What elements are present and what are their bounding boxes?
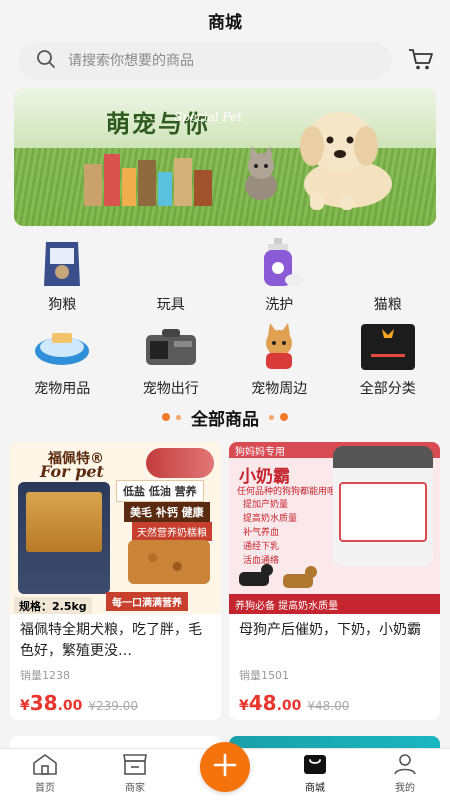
page-title: 商城 bbox=[208, 12, 242, 33]
supplement-jar bbox=[333, 446, 433, 566]
product-price: 48 bbox=[248, 691, 277, 715]
store-icon bbox=[121, 752, 149, 776]
price-row: ¥ 48 .00 ¥48.00 bbox=[239, 691, 350, 715]
dogs-illustration bbox=[239, 564, 317, 588]
category-pet-travel[interactable]: 宠物出行 bbox=[117, 322, 226, 398]
search-icon bbox=[36, 49, 56, 73]
pet-carrier-icon bbox=[143, 322, 199, 372]
tab-merchants[interactable]: 商家 bbox=[90, 749, 180, 800]
tab-profile[interactable]: 我的 bbox=[360, 749, 450, 800]
product-list: 福佩特® For pet 低盐 低油 营养 美毛 补钙 健康 天然营养奶糕粮 规… bbox=[0, 442, 450, 720]
toy-icon bbox=[143, 238, 199, 288]
product-card[interactable]: 福佩特® For pet 低盐 低油 营养 美毛 补钙 健康 天然营养奶糕粮 规… bbox=[10, 442, 221, 720]
category-grid: 狗粮 玩具 洗护 猫粮 宠物用品 宠物出行 宠物周边 全部分类 bbox=[0, 238, 450, 398]
section-header: 全部商品 bbox=[0, 402, 450, 432]
product-name: 母狗产后催奶，下奶，小奶霸 bbox=[239, 622, 421, 638]
section-title: 全部商品 bbox=[191, 409, 259, 430]
cart-icon bbox=[408, 47, 434, 75]
user-icon bbox=[391, 752, 419, 776]
category-pet-supplies[interactable]: 宠物用品 bbox=[8, 322, 117, 398]
tab-mall[interactable]: 商城 bbox=[270, 749, 360, 800]
product-sales: 销量1238 bbox=[20, 669, 70, 682]
search-input[interactable] bbox=[68, 53, 348, 69]
dog-food-bag-icon bbox=[34, 238, 90, 288]
category-toys[interactable]: 玩具 bbox=[117, 238, 226, 314]
product-name: 福佩特全期犬粮，吃了胖，毛色好，繁殖更没… bbox=[20, 622, 202, 659]
plus-icon bbox=[213, 753, 237, 781]
cart-button[interactable] bbox=[406, 46, 436, 76]
header: 商城 bbox=[0, 0, 450, 40]
category-all[interactable]: 全部分类 bbox=[334, 322, 443, 398]
category-grooming[interactable]: 洗护 bbox=[225, 238, 334, 314]
product-image: 福佩特® For pet 低盐 低油 营养 美毛 补钙 健康 天然营养奶糕粮 规… bbox=[10, 442, 221, 614]
product-shelf-illustration bbox=[84, 154, 212, 206]
search-row bbox=[0, 40, 450, 82]
home-icon bbox=[31, 752, 59, 776]
original-price: ¥239.00 bbox=[88, 699, 139, 713]
mall-icon bbox=[301, 752, 329, 776]
promo-banner[interactable]: 萌宠与你 Special Pet bbox=[14, 88, 436, 226]
pet-bowl-icon bbox=[34, 322, 90, 372]
banner-script: Special Pet bbox=[174, 110, 242, 124]
search-box[interactable] bbox=[18, 42, 392, 80]
mall-page: 商城 萌宠与你 Special Pet bbox=[0, 0, 450, 800]
add-button[interactable] bbox=[200, 742, 250, 792]
all-categories-icon bbox=[360, 322, 416, 372]
tab-home[interactable]: 首页 bbox=[0, 749, 90, 800]
category-cat-food[interactable]: 猫粮 bbox=[334, 238, 443, 314]
cat-food-icon bbox=[360, 238, 416, 288]
category-pet-accessories[interactable]: 宠物周边 bbox=[225, 322, 334, 398]
price-row: ¥ 38 .00 ¥239.00 bbox=[20, 691, 139, 715]
original-price: ¥48.00 bbox=[307, 699, 350, 713]
food-bag bbox=[18, 482, 110, 594]
puppy-illustration bbox=[300, 112, 392, 210]
shampoo-icon bbox=[251, 238, 307, 288]
category-dog-food[interactable]: 狗粮 bbox=[8, 238, 117, 314]
product-price: 38 bbox=[29, 691, 58, 715]
product-card[interactable]: 狗妈妈专用 小奶霸 任何品种的狗狗都能用哦 提加产奶量 提高奶水质量 补气养血 … bbox=[229, 442, 440, 720]
product-sales: 销量1501 bbox=[239, 669, 289, 682]
product-image: 狗妈妈专用 小奶霸 任何品种的狗狗都能用哦 提加产奶量 提高奶水质量 补气养血 … bbox=[229, 442, 440, 614]
kibble-illustration bbox=[128, 540, 210, 584]
dog-costume-icon bbox=[251, 322, 307, 372]
